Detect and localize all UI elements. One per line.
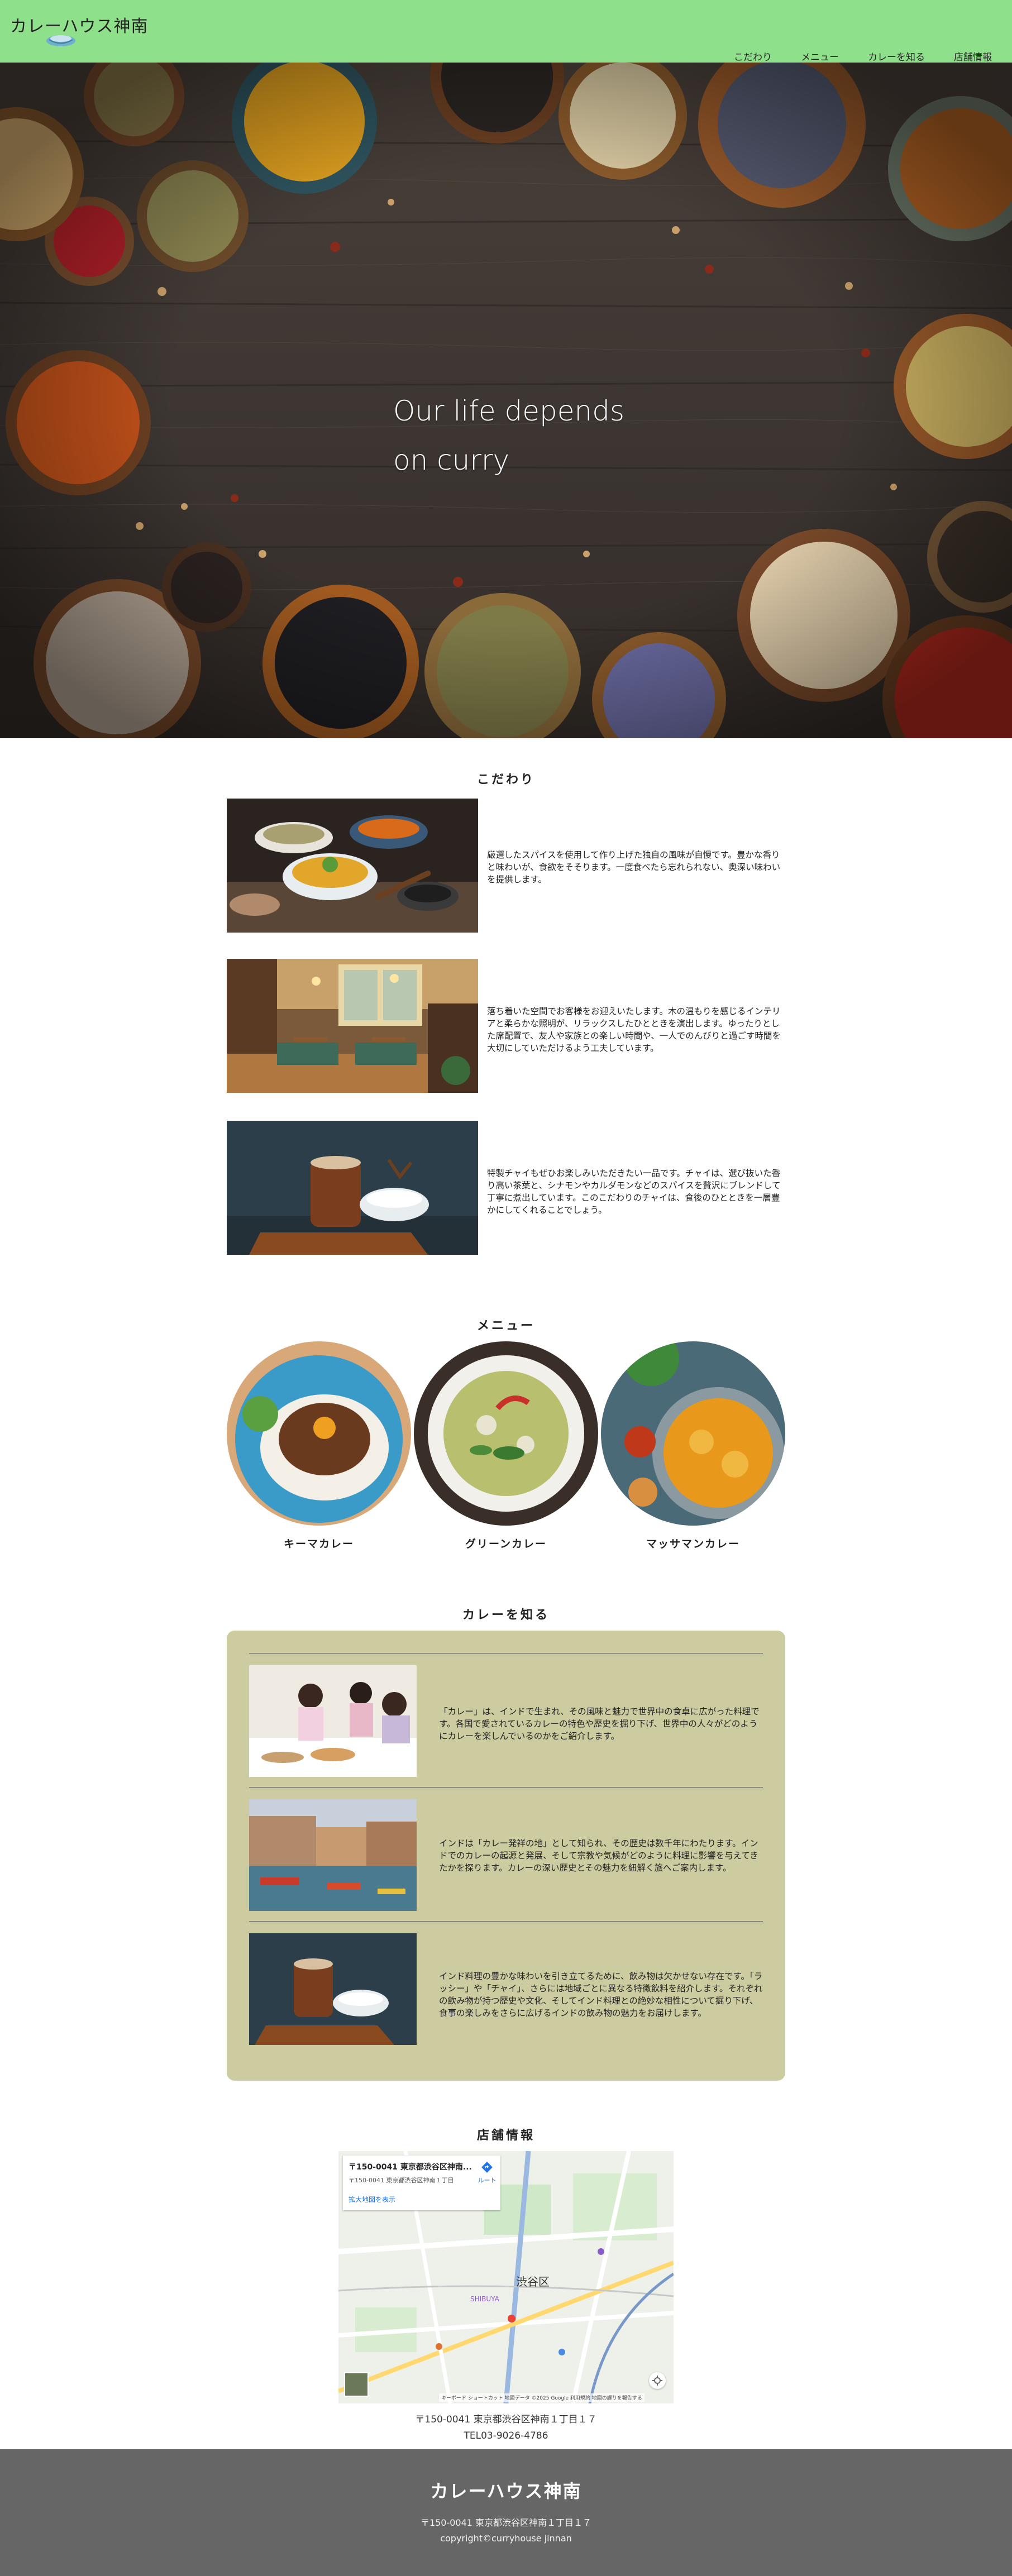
store-address: 〒150-0041 東京都渋谷区神南１丁目１７ <box>415 2414 597 2425</box>
kodawari-title: こだわり <box>476 773 535 787</box>
store-map[interactable]: 〒150-0041 東京都渋谷区神南... 〒150-0041 東京都渋谷区神南… <box>338 2151 674 2403</box>
menu-label-massaman: マッサマンカレー <box>646 1538 740 1550</box>
nav-item-kodawari[interactable]: こだわり <box>734 49 772 63</box>
map-fullscreen-button[interactable] <box>649 2372 666 2389</box>
map-attribution: キーボード ショートカット 地図データ ©2025 Google 利用規約 地図… <box>439 2393 645 2402</box>
nav-item-store-info[interactable]: 店舗情報 <box>954 49 992 63</box>
kodawari-spices-image <box>227 799 478 933</box>
site-footer: カレーハウス神南 〒150-0041 東京都渋谷区神南１丁目１７ copyrig… <box>0 2449 1012 2576</box>
know-title: カレーを知る <box>462 1608 550 1622</box>
footer-copyright: copyright©curryhouse jinnan <box>440 2533 572 2544</box>
know-text-world: 「カレー」は、インドで生まれ、その風味と魅力で世界中の食卓に広がった料理です。各… <box>439 1707 760 1741</box>
kodawari-chai-image <box>227 1121 478 1255</box>
menu-title: メニュー <box>476 1319 535 1333</box>
map-route-button[interactable]: ルート <box>477 2161 497 2185</box>
hero-line-2: on curry <box>393 444 510 476</box>
map-enlarge-link[interactable]: 拡大地図を表示 <box>349 2195 395 2204</box>
footer-title: カレーハウス神南 <box>430 2481 582 2502</box>
map-district-label: 渋谷区 <box>516 2275 550 2288</box>
know-panel: 「カレー」は、インドで生まれ、その風味と魅力で世界中の食卓に広がった料理です。各… <box>227 1631 785 2081</box>
crosshair-icon <box>652 2376 662 2386</box>
kodawari-interior-image <box>227 959 478 1093</box>
hero-tagline: Our life depends on curry <box>393 386 624 485</box>
site-header: カレーハウス神南 こだわり メニュー カレーを知る 店舗情報 <box>0 0 1012 63</box>
know-divider <box>249 1921 763 1922</box>
menu-label-keema: キーマカレー <box>283 1538 354 1550</box>
kodawari-text-spices: 厳選したスパイスを使用して作り上げた独自の風味が自慢です。豊かな香りと味わいが、… <box>487 850 781 885</box>
hero-section: Our life depends on curry <box>0 63 1012 738</box>
know-text-drinks: インド料理の豊かな味わいを引き立てるために、飲み物は欠かせない存在です。「ラッシ… <box>439 1971 763 2018</box>
map-area-label: SHIBUYA <box>470 2295 499 2303</box>
map-info-card: 〒150-0041 東京都渋谷区神南... 〒150-0041 東京都渋谷区神南… <box>343 2156 500 2210</box>
map-layer-thumbnail[interactable] <box>344 2372 369 2397</box>
hero-line-1: Our life depends <box>393 395 625 427</box>
know-family-image <box>249 1665 417 1777</box>
menu-card-green[interactable]: グリーンカレー <box>414 1341 598 1551</box>
logo-text: カレーハウス神南 <box>10 17 149 36</box>
kodawari-text-interior: 落ち着いた空間でお客様をお迎えいたします。木の温もりを感じるインテリアと柔らかな… <box>487 1006 781 1053</box>
store-title: 店舗情報 <box>476 2129 535 2143</box>
store-tel: TEL03-9026-4786 <box>464 2430 548 2441</box>
menu-card-massaman[interactable]: マッサマンカレー <box>601 1341 785 1551</box>
map-route-label: ルート <box>478 2177 497 2184</box>
know-india-image <box>249 1799 417 1911</box>
know-drinks-image <box>249 1933 417 2045</box>
directions-icon <box>481 2162 493 2173</box>
menu-label-green: グリーンカレー <box>465 1538 547 1550</box>
massaman-curry-image <box>601 1341 785 1526</box>
menu-card-keema[interactable]: キーマカレー <box>227 1341 411 1551</box>
nav-item-menu[interactable]: メニュー <box>801 49 839 63</box>
site-logo[interactable]: カレーハウス神南 <box>10 12 149 46</box>
know-text-india: インドは「カレー発祥の地」として知られ、その歴史は数千年にわたります。インドでの… <box>439 1838 758 1873</box>
global-nav: こだわり メニュー カレーを知る 店舗情報 <box>734 49 992 63</box>
map-card-address: 〒150-0041 東京都渋谷区神南１丁目 <box>349 2177 454 2184</box>
keema-curry-image <box>227 1341 411 1526</box>
nav-item-know-curry[interactable]: カレーを知る <box>868 49 925 63</box>
green-curry-image <box>414 1341 598 1526</box>
kodawari-text-chai: 特製チャイもぜひお楽しみいただきたい一品です。チャイは、選び抜いた香り高い茶葉と… <box>487 1168 781 1215</box>
footer-address: 〒150-0041 東京都渋谷区神南１丁目１７ <box>420 2517 592 2528</box>
know-divider <box>249 1787 763 1788</box>
map-card-title: 〒150-0041 東京都渋谷区神南... <box>349 2163 472 2172</box>
logo-pot-icon <box>46 35 75 46</box>
